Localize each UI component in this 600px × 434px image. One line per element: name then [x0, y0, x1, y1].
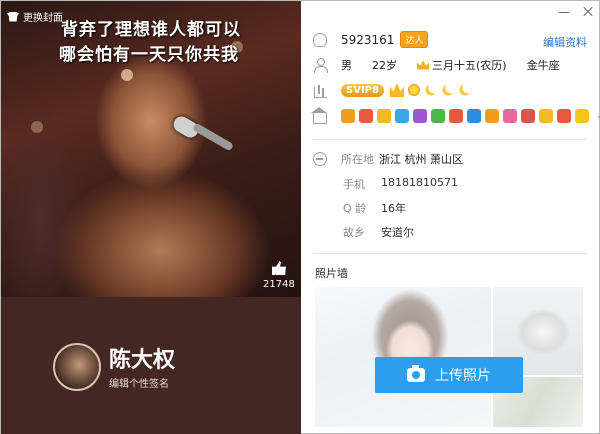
achievement-badge-icon[interactable] [341, 109, 355, 123]
achievement-badge-icon[interactable] [485, 109, 499, 123]
badges-row: ‹ › [311, 106, 600, 124]
gender: 男 [341, 59, 352, 72]
nickname: 陈大权 [109, 348, 176, 373]
location-label: 所在地 [341, 153, 374, 166]
level-icons[interactable] [389, 83, 472, 97]
basic-info-row: 男 22岁 三月十五(农历) 金牛座 [313, 57, 560, 73]
crown-icon [389, 83, 404, 97]
sun-icon [406, 83, 421, 97]
level-row: SVIP8 [313, 83, 472, 98]
qage-label: Q 龄 [343, 202, 367, 215]
change-cover-label: 更换封面 [23, 13, 63, 24]
shirt-icon [7, 11, 19, 22]
qage-value: 16年 [381, 202, 406, 215]
divider [313, 139, 587, 140]
achievement-badge-icon[interactable] [431, 109, 445, 123]
qage-row: Q 龄 16年 [343, 200, 406, 216]
hometown-row: 故乡 安道尔 [343, 224, 414, 240]
birthday: 三月十五(农历) [432, 59, 507, 72]
phone-row: 手机 18181810571 [343, 176, 458, 192]
location-row: 所在地 浙江 杭州 萧山区 [313, 151, 463, 167]
level-chart-icon [313, 83, 327, 98]
upload-photo-button[interactable]: 上传照片 [375, 357, 523, 393]
zodiac: 金牛座 [526, 59, 560, 72]
profile-window: 更换封面 背弃了理想谁人都可以 哪会怕有一天只你共我 21748 陈大权 编辑个… [0, 0, 600, 434]
cover-lyric-line-2: 哪会怕有一天只你共我 [59, 45, 239, 65]
avatar[interactable] [53, 343, 101, 391]
qq-number: 5923161 [341, 32, 395, 47]
cover-lyric-line-1: 背弃了理想谁人都可以 [61, 20, 241, 40]
photo-wall: 上传照片 [315, 287, 583, 427]
age: 22岁 [372, 59, 397, 72]
achievement-badge-icon[interactable] [395, 109, 409, 123]
location-value: 浙江 杭州 萧山区 [379, 153, 463, 166]
achievement-badge-icon[interactable] [359, 109, 373, 123]
photo-wall-title: 照片墙 [315, 267, 348, 280]
location-icon [313, 152, 327, 166]
edit-signature-link[interactable]: 编辑个性签名 [109, 375, 169, 390]
hometown-label: 故乡 [343, 226, 365, 239]
achievement-badge-icon[interactable] [539, 109, 553, 123]
like-button[interactable]: 21748 [263, 261, 295, 290]
divider [313, 253, 587, 254]
phone-label: 手机 [343, 178, 365, 191]
achievement-badge-icon[interactable] [575, 109, 589, 123]
info-panel: 5923161 达人 编辑资料 男 22岁 三月十五(农历) 金牛座 SVIP8 [301, 1, 600, 433]
qq-penguin-icon [313, 32, 327, 47]
birthday-cake-icon [417, 60, 429, 70]
moon-icon [457, 83, 472, 97]
achievement-badge-icon[interactable] [557, 109, 571, 123]
profile-area: 陈大权 编辑个性签名 [1, 297, 301, 434]
achievement-badge-icon[interactable] [521, 109, 535, 123]
moon-icon [423, 83, 438, 97]
achievement-badge-icon[interactable] [413, 109, 427, 123]
achievement-badge-icon[interactable] [449, 109, 463, 123]
minimize-icon[interactable] [559, 7, 569, 17]
cover-panel: 更换封面 背弃了理想谁人都可以 哪会怕有一天只你共我 21748 陈大权 编辑个… [1, 1, 301, 434]
qq-number-row: 5923161 达人 [313, 31, 429, 48]
phone-value: 18181810571 [381, 176, 458, 189]
like-count: 21748 [263, 279, 295, 290]
svip-badge[interactable]: SVIP8 [341, 83, 384, 97]
camera-icon [407, 365, 425, 382]
edit-profile-link[interactable]: 编辑资料 [543, 34, 587, 50]
home-icon [311, 106, 327, 124]
close-icon[interactable] [583, 7, 593, 17]
change-cover-button[interactable]: 更换封面 [7, 9, 63, 24]
achievement-badge-icon[interactable] [467, 109, 481, 123]
person-icon [313, 58, 328, 73]
talent-badge[interactable]: 达人 [400, 31, 429, 48]
window-controls [559, 7, 593, 17]
badge-list [341, 109, 589, 123]
achievement-badge-icon[interactable] [503, 109, 517, 123]
thumbs-up-icon [271, 261, 286, 275]
achievement-badge-icon[interactable] [377, 109, 391, 123]
upload-photo-label: 上传照片 [435, 368, 491, 384]
moon-icon [440, 83, 455, 97]
hometown-value: 安道尔 [381, 226, 414, 239]
